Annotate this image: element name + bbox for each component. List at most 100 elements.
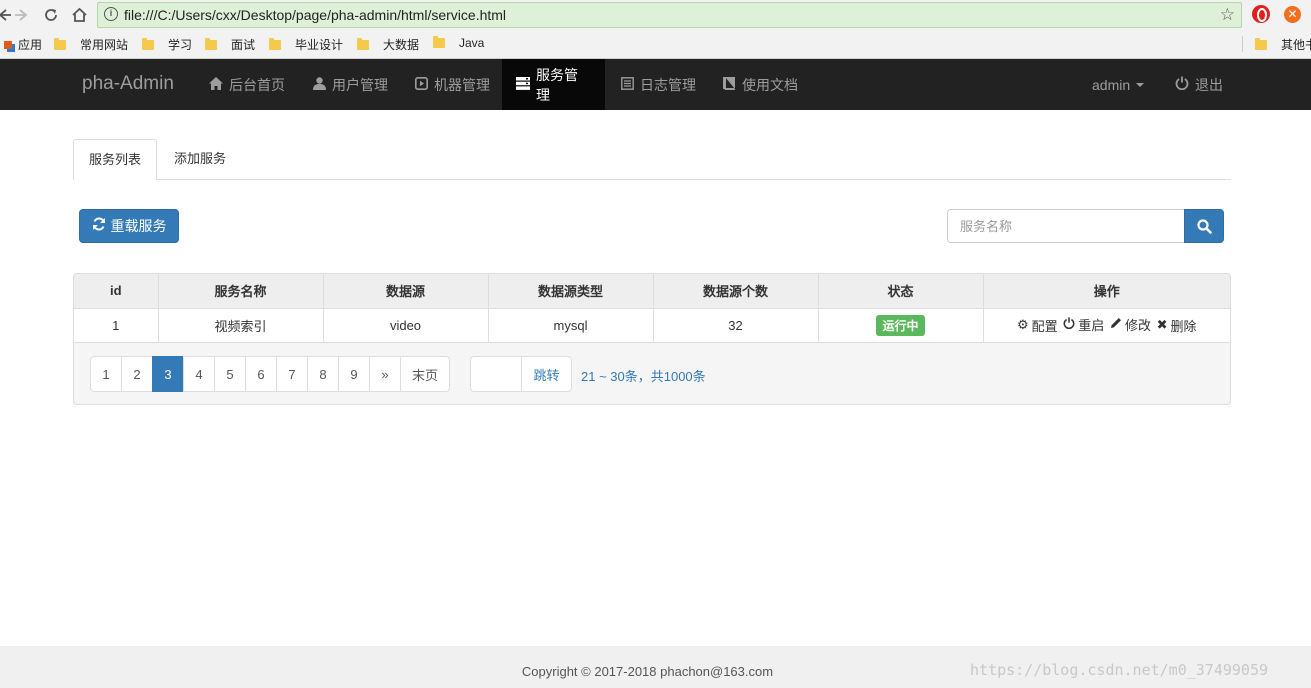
address-bar[interactable]: i file:///C:/Users/cxx/Desktop/page/pha-… [97,2,1242,28]
table-header-row: id 服务名称 数据源 数据源类型 数据源个数 状态 操作 [74,274,1230,309]
bookmark-label: 应用 [18,38,43,52]
column-header: id [74,274,159,309]
search-button[interactable] [1184,209,1224,243]
column-header: 服务名称 [157,274,324,309]
nav-label: 机器管理 [434,76,490,93]
footer: Copyright © 2017-2018 phachon@163.com ht… [0,646,1311,688]
logout-link[interactable]: 退出 [1161,59,1237,110]
restart-action[interactable]: 重启 [1063,315,1104,334]
list-alt-icon [620,76,634,93]
bookmark-folder[interactable]: 毕业设计 [269,36,343,53]
refresh-icon[interactable] [41,5,61,25]
power-icon [1175,76,1189,93]
nav-label: 日志管理 [640,76,696,93]
nav-item-users[interactable]: 用户管理 [298,59,402,110]
username: admin [1092,76,1131,93]
bookmark-folder[interactable]: 学习 [142,36,192,53]
page-link[interactable]: 1 [90,356,122,392]
next-page-link[interactable]: » [369,356,401,392]
page-link[interactable]: 7 [276,356,308,392]
page-link[interactable]: 6 [245,356,277,392]
service-table: id 服务名称 数据源 数据源类型 数据源个数 状态 操作 1 视频索引 vid… [74,274,1230,343]
action-label: 修改 [1124,318,1151,334]
nav-item-machines[interactable]: 机器管理 [400,59,504,110]
cell-actions: ⚙ 配置 重启 修改 ✖ 删除 [982,307,1230,343]
browser-chrome: i file:///C:/Users/cxx/Desktop/page/pha-… [0,0,1311,59]
configure-action[interactable]: ⚙ 配置 [1017,316,1058,335]
column-header: 操作 [982,274,1230,309]
apps-grid-icon [4,40,12,49]
bookmark-star-icon[interactable]: ☆ [1220,5,1235,25]
bookmark-label: 面试 [231,38,256,52]
page-link[interactable]: 4 [183,356,215,392]
page-link[interactable]: 9 [338,356,370,392]
server-icon [516,76,530,93]
reload-label: 重载服务 [110,218,167,234]
page-link-active[interactable]: 3 [152,356,184,392]
info-icon[interactable]: i [104,7,118,21]
action-label: 配置 [1031,318,1058,334]
nav-item-docs[interactable]: 使用文档 [708,59,812,110]
bookmark-label: 毕业设计 [295,38,344,52]
action-label: 删除 [1170,318,1197,334]
cell-source-count: 32 [652,307,819,343]
top-navbar: pha-Admin 后台首页 用户管理 机器管理 服务管理 日志管理 使用文档 … [0,59,1311,110]
bookmark-label: Java [459,36,485,50]
service-search-input[interactable] [947,209,1185,243]
nav-label: 后台首页 [229,76,285,93]
bookmark-label: 学习 [168,38,193,52]
tab-add-service[interactable]: 添加服务 [159,139,241,179]
nav-item-logs[interactable]: 日志管理 [606,59,710,110]
bookmark-apps[interactable]: 应用 [4,36,42,53]
user-menu-dropdown[interactable]: admin [1078,59,1158,110]
page-jump-button[interactable]: 跳转 [521,356,572,392]
bookmark-label: 常用网站 [80,38,129,52]
user-icon [312,76,326,93]
opera-extension-icon[interactable] [1252,5,1270,23]
pagination-info: 21 ~ 30条，共1000条 [581,369,706,384]
page-link[interactable]: 2 [121,356,153,392]
remove-icon: ✖ [1156,317,1168,333]
watermark-text: https://blog.csdn.net/m0_37499059 [970,661,1269,679]
tab-service-list[interactable]: 服务列表 [73,139,158,180]
reload-services-button[interactable]: 重载服务 [79,209,179,243]
search-icon [1197,219,1212,234]
logout-label: 退出 [1195,76,1223,93]
page-jump-input[interactable] [470,356,522,392]
nav-label: 使用文档 [742,76,798,93]
cell-status: 运行中 [817,307,984,343]
nav-label: 服务管理 [536,66,578,103]
column-header: 数据源个数 [652,274,819,309]
home-page-icon[interactable] [69,5,89,25]
folder-icon [205,37,217,50]
bookmark-folder[interactable]: 面试 [205,36,255,53]
service-tabs: 服务列表 添加服务 [73,139,1231,180]
last-page-link[interactable]: 末页 [400,356,450,392]
power-icon [1063,317,1075,332]
nav-item-services[interactable]: 服务管理 [502,59,605,110]
cell-id: 1 [74,307,159,343]
delete-action[interactable]: ✖ 删除 [1157,316,1197,335]
table-row: 1 视频索引 video mysql 32 运行中 ⚙ 配置 重启 修改 ✖ 删… [74,307,1230,343]
bookmark-other[interactable]: 其他书 [1255,36,1311,53]
bookmark-folder[interactable]: 常用网站 [54,36,128,53]
bookmark-folder[interactable]: 大数据 [357,36,419,53]
pagination: 1 2 3 4 5 6 7 8 9 » 末页 [90,356,450,392]
extension-icon[interactable]: ✕ [1284,6,1301,23]
refresh-icon [92,217,106,235]
bookmark-label: 其他书 [1281,38,1311,52]
caret-down-icon [1136,82,1145,87]
column-header: 数据源 [322,274,489,309]
status-badge: 运行中 [876,314,925,336]
folder-icon [433,36,445,48]
page-link[interactable]: 5 [214,356,246,392]
forward-arrow-icon[interactable] [12,5,32,25]
nav-item-dashboard[interactable]: 后台首页 [195,59,299,110]
brand-logo[interactable]: pha-Admin [82,73,174,95]
edit-action[interactable]: 修改 [1110,315,1151,334]
folder-icon [54,37,66,50]
bookmark-folder[interactable]: Java [433,36,484,50]
page-link[interactable]: 8 [307,356,339,392]
url-text[interactable]: file:///C:/Users/cxx/Desktop/page/pha-ad… [124,7,506,23]
column-header: 状态 [817,274,984,309]
